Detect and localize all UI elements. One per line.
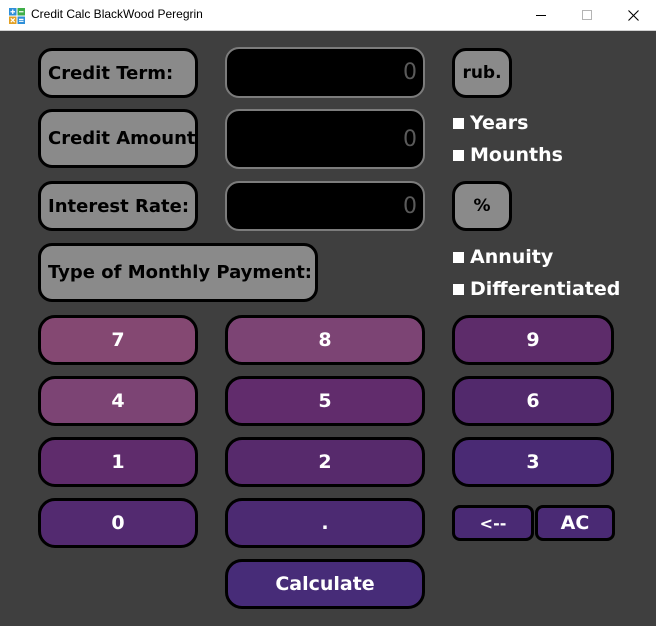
percent-unit-label: % <box>452 181 512 231</box>
annuity-option-label: Annuity <box>470 246 554 268</box>
close-icon <box>627 9 639 21</box>
years-option-label: Years <box>470 112 529 134</box>
digit-2-button[interactable]: 2 <box>225 437 425 487</box>
digit-5-button[interactable]: 5 <box>225 376 425 426</box>
close-button[interactable] <box>610 0 656 30</box>
months-option-label: Mounths <box>470 144 563 166</box>
credit-term-input[interactable]: 0 <box>225 47 425 98</box>
credit-term-label: Credit Term: <box>38 48 198 98</box>
annuity-checkbox[interactable] <box>453 251 464 263</box>
credit-amount-label: Credit Amount: <box>38 109 198 168</box>
window-title: Credit Calc BlackWood Peregrin <box>31 7 203 21</box>
interest-rate-input[interactable]: 0 <box>225 181 425 231</box>
title-bar: Credit Calc BlackWood Peregrin <box>0 0 656 31</box>
differentiated-option-label: Differentiated <box>470 278 621 300</box>
minimize-button[interactable] <box>518 0 564 30</box>
digit-4-button[interactable]: 4 <box>38 376 198 426</box>
years-checkbox[interactable] <box>453 117 464 129</box>
years-option[interactable]: Years <box>453 112 528 134</box>
digit-3-button[interactable]: 3 <box>452 437 614 487</box>
clear-all-button[interactable]: AC <box>535 505 615 541</box>
currency-unit-label: rub. <box>452 48 512 98</box>
digit-7-button[interactable]: 7 <box>38 315 198 365</box>
calculate-button[interactable]: Calculate <box>225 559 425 609</box>
maximize-icon <box>582 10 592 20</box>
payment-type-label: Type of Monthly Payment: <box>38 243 318 302</box>
digit-9-button[interactable]: 9 <box>452 315 614 365</box>
annuity-option[interactable]: Annuity <box>453 246 553 268</box>
differentiated-option[interactable]: Differentiated <box>453 278 620 300</box>
differentiated-checkbox[interactable] <box>453 283 464 295</box>
digit-0-button[interactable]: 0 <box>38 498 198 548</box>
interest-rate-label: Interest Rate: <box>38 181 198 231</box>
backspace-button[interactable]: <-- <box>452 505 534 541</box>
minimize-icon <box>536 15 546 16</box>
calculator-form: Credit Term: 0 rub. Credit Amount: 0 Yea… <box>0 31 656 626</box>
decimal-point-button[interactable]: . <box>225 498 425 548</box>
maximize-button[interactable] <box>564 0 610 30</box>
calculator-app-icon <box>9 8 25 24</box>
months-checkbox[interactable] <box>453 149 464 161</box>
credit-amount-input[interactable]: 0 <box>225 109 425 169</box>
digit-1-button[interactable]: 1 <box>38 437 198 487</box>
digit-8-button[interactable]: 8 <box>225 315 425 365</box>
months-option[interactable]: Mounths <box>453 144 563 166</box>
digit-6-button[interactable]: 6 <box>452 376 614 426</box>
